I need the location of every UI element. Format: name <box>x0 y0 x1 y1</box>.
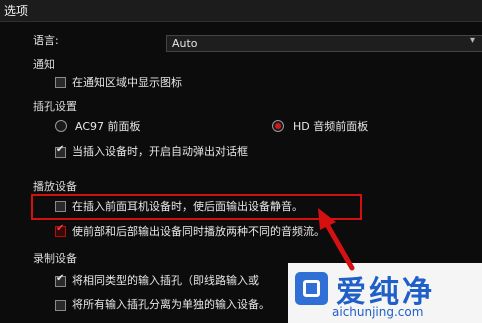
red-arrow-icon <box>318 208 355 271</box>
